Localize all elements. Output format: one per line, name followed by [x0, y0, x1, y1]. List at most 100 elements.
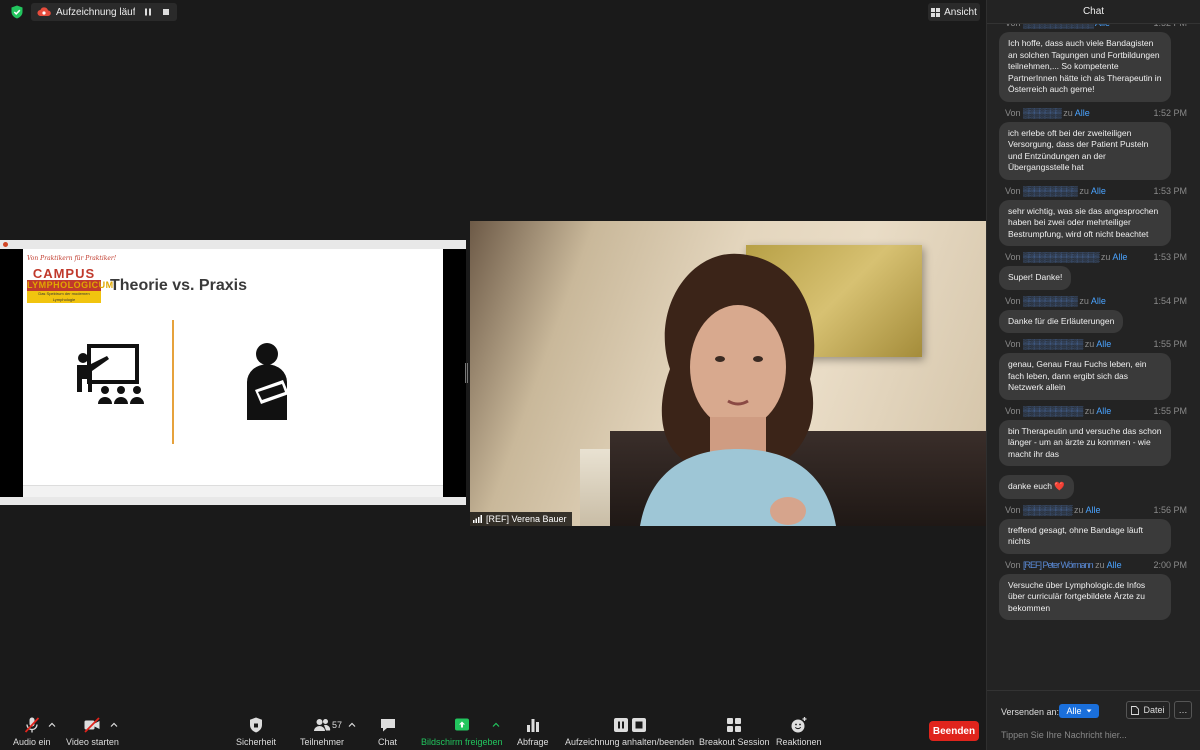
chat-panel: Chat Von ▒▒▒▒▒▒▒▒▒▒▒▒▒ Alle 1:52 PM Ich ho…: [986, 0, 1200, 750]
shared-screen[interactable]: Von Praktikern für Praktiker! CAMPUS LYM…: [0, 240, 466, 505]
shield-icon: [250, 717, 263, 733]
chat-message-meta: Von ▒▒▒▒▒▒▒▒▒▒▒ zu Alle 1:55 PM: [987, 406, 1200, 417]
message-from-prefix: Von: [1005, 405, 1021, 416]
message-text: genau, Genau Frau Fuchs leben, ein fach …: [999, 353, 1171, 400]
message-zu: zu: [1095, 559, 1105, 570]
chat-message-meta: Von ▒▒▒▒▒▒▒▒▒▒ zu Alle 1:53 PM: [987, 186, 1200, 197]
security-label: Sicherheit: [236, 737, 277, 747]
video-options-chevron-icon[interactable]: [110, 721, 118, 729]
audio-options-chevron-icon[interactable]: [48, 721, 56, 729]
message-sender: ▒▒▒▒▒▒▒▒▒▒▒▒▒: [1023, 24, 1094, 28]
message-recipient[interactable]: Alle: [1096, 339, 1111, 349]
chat-message: Super! Danke!: [987, 263, 1200, 296]
send-to-label: Versenden an:: [1001, 707, 1060, 717]
message-time: 2:00 PM: [1153, 559, 1187, 570]
message-from-prefix: Von: [1005, 339, 1021, 349]
reactions-button[interactable]: Reaktionen: [776, 716, 822, 747]
recording-control-button[interactable]: Aufzeichnung anhalten/beenden: [565, 716, 694, 747]
message-recipient[interactable]: Alle: [1095, 24, 1110, 28]
message-text: Super! Danke!: [999, 266, 1072, 290]
message-recipient[interactable]: Alle: [1096, 406, 1111, 416]
slide-footer: [23, 485, 443, 497]
chat-message: ich erlebe oft bei der zweiteiligen Vers…: [987, 119, 1200, 186]
message-recipient[interactable]: Alle: [1112, 252, 1127, 262]
chat-message-meta: Von ▒▒▒▒▒▒▒▒▒▒▒▒▒ Alle 1:52 PM: [987, 24, 1200, 29]
slide-motto: Von Praktikern für Praktiker!: [27, 255, 117, 262]
pause-recording-icon[interactable]: [143, 7, 153, 17]
message-sender: ▒▒▒▒▒▒▒▒▒: [1023, 504, 1072, 515]
grid-view-icon: [931, 7, 941, 17]
more-options-button[interactable]: …: [1174, 701, 1192, 719]
message-recipient[interactable]: Alle: [1075, 108, 1090, 118]
chat-composer: Versenden an: Alle Datei …: [987, 690, 1200, 750]
chat-message-meta: Von ▒▒▒▒▒▒▒ zu Alle 1:52 PM: [987, 108, 1200, 119]
breakout-grid-icon: [727, 718, 742, 732]
share-screen-icon: [454, 718, 469, 731]
message-recipient[interactable]: Alle: [1085, 505, 1100, 515]
message-text: Danke für die Erläuterungen: [999, 309, 1124, 333]
message-time: 1:53 PM: [1153, 252, 1187, 262]
presenter-right-margin: [443, 249, 466, 497]
file-button[interactable]: Datei: [1126, 701, 1170, 719]
teacher-at-board-icon: [77, 344, 144, 404]
camera-off-icon: [84, 717, 101, 733]
participants-options-chevron-icon[interactable]: [348, 721, 356, 729]
message-time: 1:52 PM: [1153, 107, 1187, 118]
recording-indicator: Aufzeichnung läuft ...: [31, 3, 177, 21]
top-bar: Aufzeichnung läuft ... Ansicht: [0, 0, 986, 24]
chat-message-input[interactable]: [1001, 727, 1191, 743]
recording-control-label: Aufzeichnung anhalten/beenden: [565, 737, 695, 747]
chat-message-meta: Von ▒▒▒▒▒▒▒▒▒▒▒ zu Alle 1:55 PM: [987, 339, 1200, 350]
message-recipient[interactable]: Alle: [1091, 296, 1106, 306]
send-to-dropdown[interactable]: Alle: [1059, 704, 1099, 718]
slide-heading: Theorie vs. Praxis: [110, 277, 247, 294]
cloud-recording-icon: [37, 7, 51, 17]
message-zu: zu: [1073, 504, 1084, 515]
chat-message: sehr wichtig, was sie das angesprochen h…: [987, 197, 1200, 253]
message-recipient[interactable]: Alle: [1107, 560, 1122, 570]
chat-button[interactable]: Chat: [378, 716, 397, 747]
share-screen-button[interactable]: Bildschirm freigeben: [421, 716, 503, 747]
chat-message: Danke für die Erläuterungen: [987, 307, 1200, 340]
audio-button[interactable]: Audio ein: [13, 716, 51, 747]
message-sender: ▒▒▒▒▒▒▒▒▒▒: [1023, 295, 1078, 306]
message-zu: zu: [1084, 339, 1095, 349]
share-options-chevron-icon[interactable]: [492, 721, 500, 729]
file-label: Datei: [1143, 705, 1165, 715]
chat-message-meta: Von ▒▒▒▒▒▒▒▒▒ zu Alle 1:56 PM: [987, 505, 1200, 516]
message-zu: zu: [1084, 405, 1095, 416]
chat-message-list[interactable]: Von ▒▒▒▒▒▒▒▒▒▒▒▒▒ Alle 1:52 PM Ich hoffe, …: [987, 24, 1200, 690]
participants-label: Teilnehmer: [300, 737, 345, 747]
stop-recording-icon[interactable]: [161, 7, 171, 17]
participant-video[interactable]: [REF] Verena Bauer: [470, 221, 986, 526]
logo-line-2: LYMPHOLOGICUM: [27, 280, 114, 291]
pause-stop-recording-icon: [613, 718, 646, 732]
participant-name: [REF] Verena Bauer: [486, 514, 567, 524]
chat-bubble-icon: [380, 719, 395, 732]
send-to-value: Alle: [1066, 706, 1082, 716]
message-recipient[interactable]: Alle: [1091, 186, 1106, 196]
poll-button[interactable]: Abfrage: [517, 716, 549, 747]
chat-message-meta: Von ▒▒▒▒▒▒▒▒▒▒▒▒▒▒ zu Alle 1:53 PM: [987, 252, 1200, 263]
message-time: 1:55 PM: [1153, 339, 1187, 349]
message-time: 1:56 PM: [1153, 504, 1187, 515]
security-shield-icon[interactable]: [10, 5, 24, 19]
message-text: Versuche über Lymphologic.de Infos über …: [999, 573, 1171, 620]
view-splitter-handle[interactable]: [465, 363, 468, 383]
share-screen-label: Bildschirm freigeben: [421, 737, 503, 747]
message-text: bin Therapeutin und versuche das schon l…: [999, 419, 1171, 466]
message-from-prefix: Von: [1005, 252, 1021, 262]
chat-message: Versuche über Lymphologic.de Infos über …: [987, 571, 1200, 627]
message-time: 1:55 PM: [1153, 405, 1187, 416]
end-meeting-button[interactable]: Beenden: [929, 721, 979, 741]
breakout-session-button[interactable]: Breakout Session: [699, 716, 770, 747]
smiley-plus-icon: [791, 717, 807, 733]
security-button[interactable]: Sicherheit: [236, 716, 276, 747]
message-zu: zu: [1079, 295, 1089, 306]
message-sender: ▒▒▒▒▒▒▒▒▒▒▒: [1023, 339, 1083, 349]
microphone-muted-icon: [24, 717, 39, 733]
audio-label: Audio ein: [13, 737, 51, 747]
poll-chart-icon: [526, 719, 539, 732]
recording-label: Aufzeichnung läuft ...: [56, 6, 135, 18]
view-button[interactable]: Ansicht: [928, 3, 980, 21]
